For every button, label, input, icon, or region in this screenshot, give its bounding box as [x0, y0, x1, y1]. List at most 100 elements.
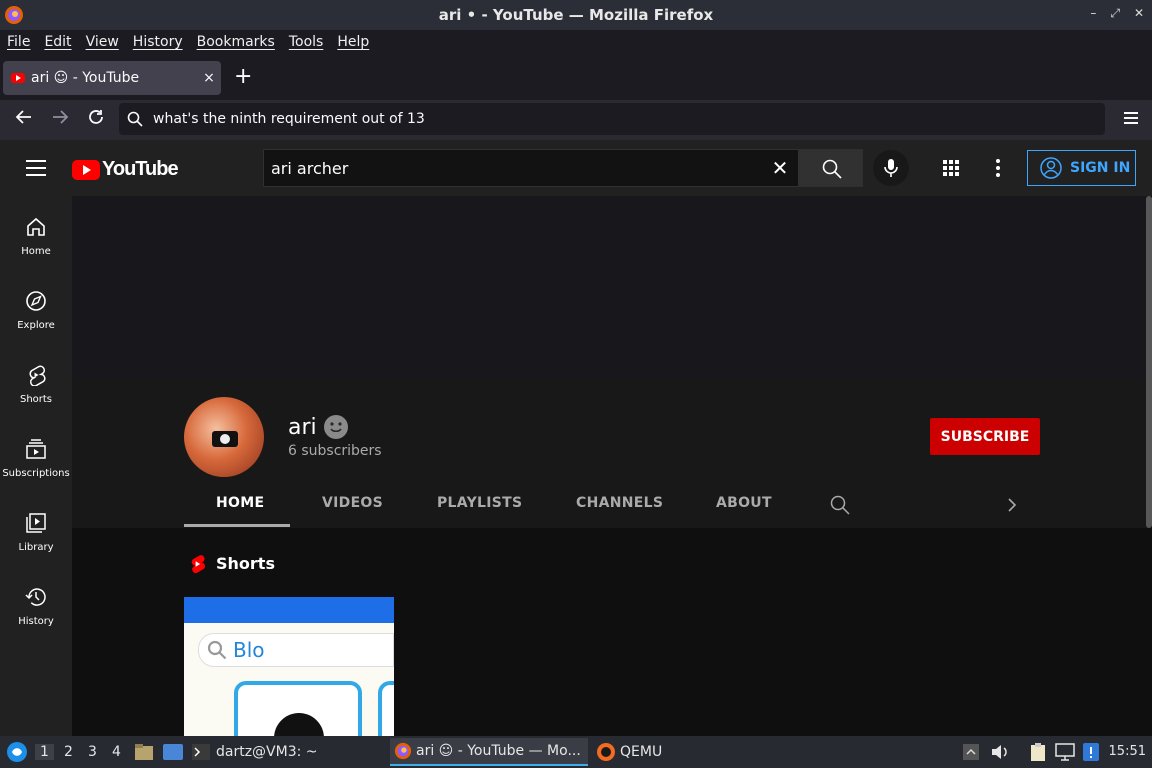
mini-guide: Home Explore Shorts Subscriptions Librar… [0, 196, 72, 736]
more-vert-icon[interactable] [996, 159, 1000, 177]
firefox-icon [5, 6, 23, 24]
notification-icon[interactable] [1083, 743, 1099, 761]
menu-tools[interactable]: Tools [289, 34, 324, 50]
search-icon [207, 640, 227, 660]
youtube-logo-text: YouTube [102, 158, 179, 180]
tab-videos[interactable]: VIDEOS [322, 495, 383, 511]
sidebar-label: Subscriptions [2, 468, 70, 479]
minimize-icon[interactable]: – [1090, 6, 1096, 21]
account-icon [1040, 157, 1062, 179]
window-title: ari • - YouTube — Mozilla Firefox [438, 6, 714, 24]
menu-history[interactable]: History [133, 34, 183, 50]
youtube-play-icon [72, 159, 100, 180]
page-scrollbar[interactable] [1146, 196, 1152, 528]
reload-icon [89, 110, 103, 124]
tab-channels[interactable]: CHANNELS [576, 495, 663, 511]
voice-search-button[interactable] [873, 150, 909, 186]
task-label: ari ☺ - YouTube — Mo... [416, 743, 581, 759]
search-input[interactable]: ari archer ✕ [263, 149, 799, 187]
new-tab-button[interactable]: + [234, 66, 252, 88]
menu-view[interactable]: View [86, 34, 119, 50]
thumbnail-search-text: Blo [233, 638, 265, 662]
channel-name: ari [288, 414, 349, 440]
tab-playlists[interactable]: PLAYLISTS [437, 495, 522, 511]
sidebar-label: Explore [17, 320, 55, 331]
compass-icon [26, 291, 46, 311]
tab-about[interactable]: ABOUT [716, 495, 772, 511]
sidebar-item-subscriptions[interactable]: Subscriptions [0, 438, 72, 512]
youtube-logo[interactable]: YouTube [72, 158, 179, 181]
apps-grid-icon[interactable] [943, 160, 959, 176]
close-icon[interactable]: ✕ [1134, 6, 1144, 21]
reload-button[interactable] [84, 108, 108, 131]
workspace-2[interactable]: 2 [64, 744, 73, 760]
taskbar: 1 2 3 4 dartz@VM3: ~ ari ☺ - YouTube — M… [0, 736, 1152, 768]
file-manager-icon[interactable] [135, 744, 153, 760]
thumbnail-searchbar: Blo [198, 633, 394, 667]
volume-icon[interactable] [991, 744, 1009, 760]
home-icon [27, 217, 45, 236]
sidebar-label: Library [18, 542, 54, 553]
sidebar-item-home[interactable]: Home [0, 216, 72, 290]
tab-close-icon[interactable]: × [197, 70, 221, 86]
channel-search-icon[interactable] [830, 495, 850, 515]
subscribe-button[interactable]: SUBSCRIBE [930, 418, 1040, 455]
back-button[interactable] [12, 108, 36, 131]
task-firefox[interactable]: ari ☺ - YouTube — Mo... [390, 738, 588, 766]
clipboard-icon[interactable] [1029, 743, 1047, 761]
sidebar-item-explore[interactable]: Explore [0, 290, 72, 364]
search-button[interactable] [799, 149, 863, 187]
thumbnail-topbar [184, 597, 394, 623]
forward-button[interactable] [48, 108, 72, 131]
search-query[interactable]: ari archer [271, 159, 762, 178]
maximize-icon[interactable]: ⤢ [1110, 6, 1120, 21]
browser-tab[interactable]: ari ☺ - YouTube × [3, 61, 221, 95]
sign-in-button[interactable]: SIGN IN [1027, 150, 1136, 186]
sidebar-label: Home [21, 246, 51, 257]
avatar-camera-graphic [212, 431, 238, 447]
tray-expand-icon[interactable] [963, 744, 979, 760]
workspace-3[interactable]: 3 [88, 744, 97, 760]
task-terminal[interactable]: dartz@VM3: ~ [192, 738, 382, 766]
tab-bar: ari ☺ - YouTube × + [0, 54, 1152, 100]
tab-home[interactable]: HOME [216, 495, 264, 511]
chevron-right-icon[interactable] [1006, 497, 1018, 513]
window-titlebar: ari • - YouTube — Mozilla Firefox – ⤢ ✕ [0, 0, 1152, 30]
channel-banner [72, 196, 1148, 380]
task-qemu[interactable]: QEMU [596, 738, 716, 766]
app-menu-button[interactable] [1124, 112, 1138, 127]
task-label: QEMU [620, 744, 663, 760]
menu-bookmarks[interactable]: Bookmarks [197, 34, 275, 50]
arrow-left-icon [15, 110, 31, 124]
terminal-icon [192, 744, 210, 760]
menu-file[interactable]: File [7, 34, 30, 50]
desktop-icon[interactable] [163, 744, 183, 760]
sign-in-label: SIGN IN [1070, 160, 1131, 176]
guide-menu-icon[interactable] [26, 160, 46, 181]
menu-edit[interactable]: Edit [44, 34, 71, 50]
network-icon[interactable] [1055, 743, 1075, 761]
youtube-header: YouTube ari archer ✕ SIGN IN [0, 140, 1152, 196]
sidebar-label: Shorts [19, 394, 53, 405]
clock: 15:51 [1108, 744, 1146, 759]
url-text[interactable]: what's the ninth requirement out of 13 [153, 111, 425, 127]
short-thumbnail[interactable]: Blo [184, 597, 394, 736]
tab-title: ari ☺ - YouTube [31, 70, 140, 86]
clear-search-icon[interactable]: ✕ [762, 156, 798, 180]
url-bar[interactable]: what's the ninth requirement out of 13 [119, 103, 1105, 135]
sidebar-item-shorts[interactable]: Shorts [0, 364, 72, 438]
workspace-4[interactable]: 4 [112, 744, 121, 760]
library-icon [26, 513, 46, 533]
sidebar-item-history[interactable]: History [0, 586, 72, 660]
menu-help[interactable]: Help [337, 34, 369, 50]
shelf-title: Shorts [216, 554, 275, 573]
menu-bar: File Edit View History Bookmarks Tools H… [0, 30, 1152, 54]
channel-avatar [184, 397, 264, 477]
sidebar-label: History [18, 616, 54, 627]
arrow-right-icon [53, 110, 69, 124]
sidebar-item-library[interactable]: Library [0, 512, 72, 586]
task-label: dartz@VM3: ~ [216, 744, 318, 760]
thumbnail-card [378, 681, 394, 736]
start-menu-icon[interactable] [6, 741, 28, 763]
workspace-1[interactable]: 1 [35, 744, 54, 760]
